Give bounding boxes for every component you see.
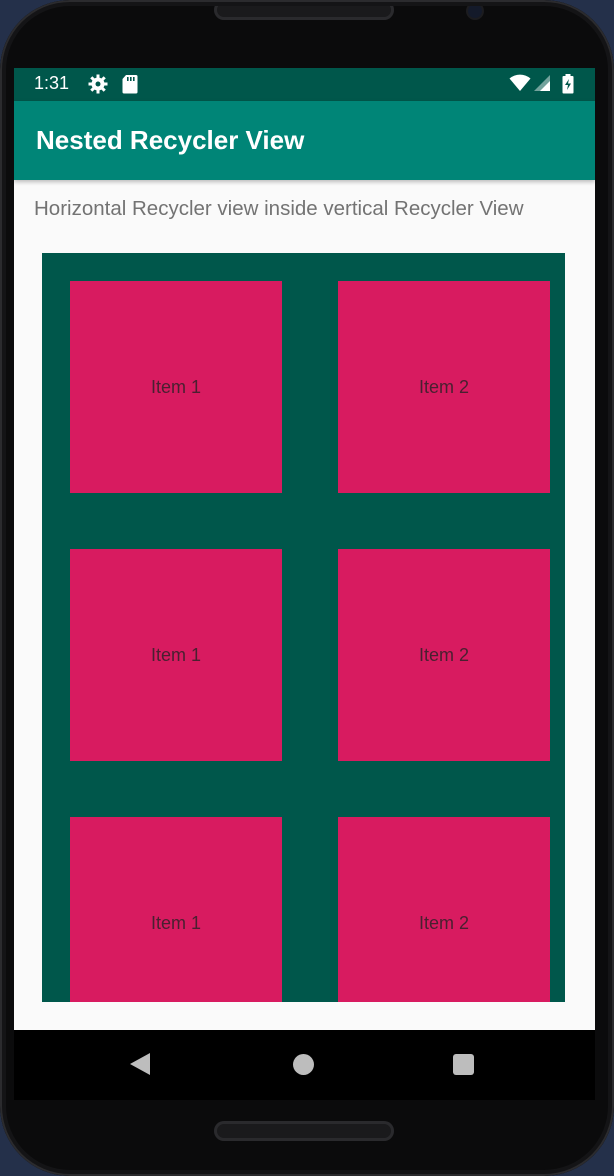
recycler-item-card[interactable]: Item 2: [338, 817, 550, 1002]
recycler-item-card[interactable]: Item 2: [338, 549, 550, 761]
sd-card-icon: [122, 74, 138, 98]
vertical-recycler-view[interactable]: Item 1 Item 2 Item 1 Item 2 Item 1 Item …: [42, 253, 565, 1002]
wifi-icon: [509, 74, 531, 96]
signal-icon: [533, 74, 551, 96]
recycler-item-card[interactable]: Item 1: [70, 549, 282, 761]
item-label: Item 1: [150, 376, 202, 397]
front-camera: [468, 4, 482, 18]
item-label: Item 2: [418, 912, 470, 933]
back-icon[interactable]: [130, 1053, 150, 1075]
item-label: Item 2: [418, 376, 470, 397]
settings-icon: [88, 74, 108, 98]
home-icon[interactable]: [293, 1054, 314, 1075]
item-label: Item 1: [150, 912, 202, 933]
phone-frame: 1:31 Nested Recycler View Horizontal Rec…: [0, 0, 614, 1176]
item-label: Item 1: [150, 644, 202, 665]
navigation-bar: [14, 1030, 595, 1100]
bottom-speaker: [214, 1121, 394, 1141]
app-screen: 1:31 Nested Recycler View Horizontal Rec…: [14, 68, 595, 1030]
app-bar: Nested Recycler View: [14, 101, 595, 180]
item-label: Item 2: [418, 644, 470, 665]
recents-icon[interactable]: [453, 1054, 474, 1075]
recycler-item-card[interactable]: Item 2: [338, 281, 550, 493]
recycler-item-card[interactable]: Item 1: [70, 817, 282, 1002]
recycler-item-card[interactable]: Item 1: [70, 281, 282, 493]
status-bar: 1:31: [14, 68, 595, 101]
earpiece-speaker: [214, 0, 394, 20]
battery-icon: [562, 74, 574, 98]
section-description: Horizontal Recycler view inside vertical…: [34, 197, 524, 220]
app-title: Nested Recycler View: [36, 125, 305, 155]
status-time: 1:31: [34, 73, 70, 93]
